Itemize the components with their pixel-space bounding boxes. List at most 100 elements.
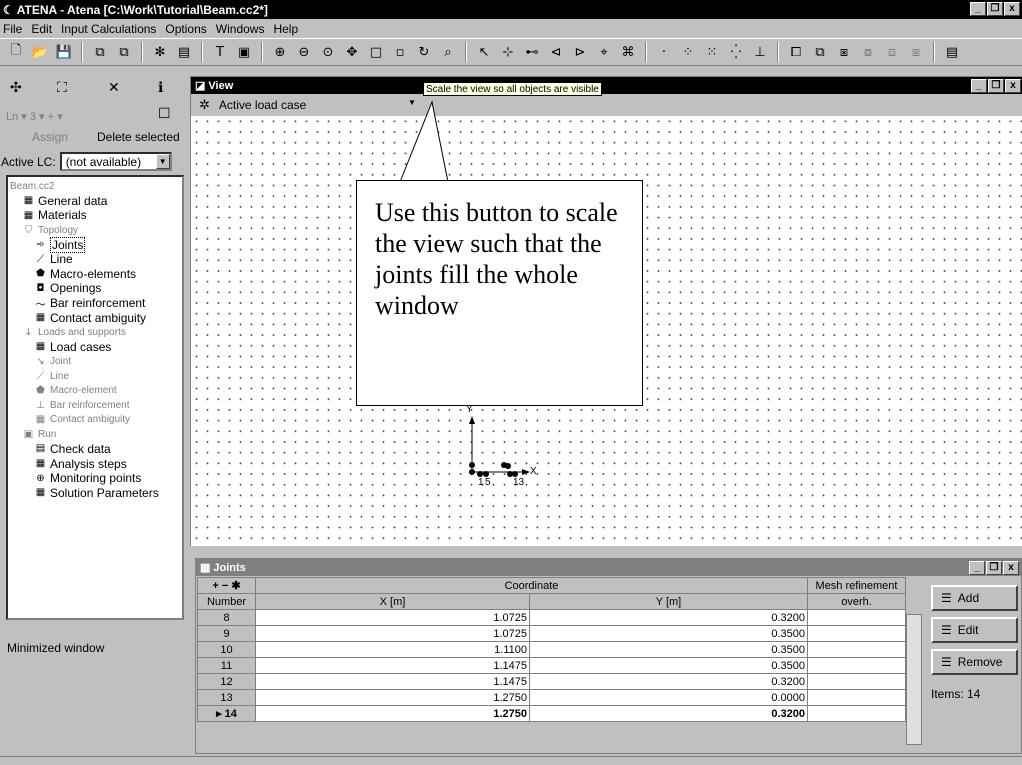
zoom-in-icon[interactable]: ⊕ bbox=[270, 42, 290, 62]
tree-item[interactable]: ▣ Run bbox=[8, 427, 182, 442]
tree-item[interactable]: ▦ Solution Parameters bbox=[8, 485, 182, 500]
tree-item[interactable]: ▦ General data bbox=[8, 194, 182, 209]
menu-edit[interactable]: Edit bbox=[31, 22, 52, 36]
y-value-cell[interactable]: 0.3200 bbox=[529, 609, 808, 626]
tree-item[interactable]: ◘ Openings bbox=[8, 281, 182, 296]
tree-item[interactable]: ▦ Load cases bbox=[8, 340, 182, 355]
points-icon[interactable]: ⁘ bbox=[678, 42, 698, 62]
support-icon[interactable]: ⊥ bbox=[750, 42, 770, 62]
x-value-cell[interactable]: 1.2750 bbox=[255, 705, 530, 722]
y-value-cell[interactable]: 0.0000 bbox=[529, 689, 808, 706]
joints-minimize-button[interactable]: _ bbox=[969, 561, 985, 575]
y-value-cell[interactable]: 0.3500 bbox=[529, 641, 808, 658]
tree-item[interactable]: ↓ Loads and supports bbox=[8, 325, 182, 340]
joint-number-cell[interactable]: 9 bbox=[197, 625, 256, 642]
window-active-icon[interactable]: ⧆ bbox=[834, 42, 854, 62]
joint-number-cell[interactable]: 8 bbox=[197, 609, 256, 626]
x-value-cell[interactable]: 1.0725 bbox=[255, 609, 530, 626]
mesh-icon[interactable]: ✻ bbox=[150, 42, 170, 62]
window-tile-icon[interactable]: ⧠ bbox=[786, 42, 806, 62]
tree-item[interactable]: ▦ Materials bbox=[8, 208, 182, 223]
tree-item[interactable]: ▦ Contact ambiguity bbox=[8, 413, 182, 428]
expand-icon[interactable]: ⛶ bbox=[57, 80, 67, 96]
view-restore-button[interactable]: ❐ bbox=[988, 79, 1004, 93]
table-row[interactable]: 8 1.0725 0.3200 bbox=[197, 609, 906, 626]
zoom-box-icon[interactable]: ⊙ bbox=[318, 42, 338, 62]
new-file-icon[interactable]: 🗋 bbox=[6, 42, 26, 62]
mesh-value-cell[interactable] bbox=[807, 641, 906, 658]
joint-number-cell[interactable]: 10 bbox=[197, 641, 256, 658]
tree-item[interactable]: ⬟ Macro-element bbox=[8, 383, 182, 398]
select-joint-icon[interactable]: ⊹ bbox=[498, 42, 518, 62]
select-opening-icon[interactable]: ⊳ bbox=[570, 42, 590, 62]
rotate-view-icon[interactable]: ↻ bbox=[414, 42, 434, 62]
collapse-icon[interactable]: ✕ bbox=[108, 80, 120, 96]
tree-item[interactable]: ▦ Analysis steps bbox=[8, 456, 182, 471]
mesh-value-cell[interactable] bbox=[807, 657, 906, 674]
frame-icon[interactable]: □ bbox=[366, 42, 386, 62]
menu-windows[interactable]: Windows bbox=[216, 22, 265, 36]
mesh-value-cell[interactable] bbox=[807, 609, 906, 626]
table-row[interactable]: 12 1.1475 0.3200 bbox=[197, 673, 906, 690]
table-row[interactable]: 13 1.2750 0.0000 bbox=[197, 689, 906, 706]
copy-icon[interactable]: ⧉ bbox=[90, 42, 110, 62]
point-icon[interactable]: · bbox=[654, 42, 674, 62]
y-value-cell[interactable]: 0.3200 bbox=[529, 705, 808, 722]
text-tool-icon[interactable]: T bbox=[210, 42, 230, 62]
view-minimize-button[interactable]: _ bbox=[971, 79, 987, 93]
y-value-cell[interactable]: 0.3200 bbox=[529, 673, 808, 690]
joint-number-cell[interactable]: ▸ 14 bbox=[197, 705, 256, 722]
table-tools-header[interactable]: + − ✱ bbox=[197, 577, 256, 594]
edit-button[interactable]: ☰ Edit bbox=[931, 617, 1018, 643]
mesh-value-cell[interactable] bbox=[807, 625, 906, 642]
x-value-cell[interactable]: 1.2750 bbox=[255, 689, 530, 706]
assign-button[interactable]: Assign bbox=[32, 130, 68, 144]
mesh-value-cell[interactable] bbox=[807, 705, 906, 722]
report-icon[interactable]: ▤ bbox=[942, 42, 962, 62]
tree-item[interactable]: ⊕ Monitoring points bbox=[8, 471, 182, 486]
chevron-down-icon[interactable]: ▼ bbox=[155, 154, 170, 169]
y-value-cell[interactable]: 0.3500 bbox=[529, 625, 808, 642]
model-tree[interactable]: Beam.cc2 ▦ General data ▦ Materials ⛉ Topology… bbox=[6, 175, 184, 620]
menu-file[interactable]: File bbox=[3, 22, 22, 36]
window-cascade-icon[interactable]: ⧉ bbox=[810, 42, 830, 62]
view-close-button[interactable]: x bbox=[1005, 79, 1021, 93]
gear-icon[interactable]: ✲ bbox=[199, 97, 210, 113]
zoom-out-icon[interactable]: ⊖ bbox=[294, 42, 314, 62]
info-icon[interactable]: ℹ bbox=[158, 80, 163, 96]
tree-item[interactable]: ⛉ Topology bbox=[8, 223, 182, 238]
atena-app-icon[interactable]: ☾ bbox=[3, 3, 14, 17]
mesh-value-cell[interactable] bbox=[807, 673, 906, 690]
print-icon[interactable]: ▤ bbox=[174, 42, 194, 62]
select-pointer-icon[interactable]: ↖ bbox=[474, 42, 494, 62]
tree-item[interactable]: ⟋ Line bbox=[8, 369, 182, 384]
pan-icon[interactable]: ✥ bbox=[342, 42, 362, 62]
joint-number-cell[interactable]: 11 bbox=[197, 657, 256, 674]
add-button[interactable]: ☰ Add bbox=[931, 585, 1018, 611]
table-row[interactable]: ▸ 14 1.2750 0.3200 bbox=[197, 705, 906, 722]
restore-button[interactable]: ❐ bbox=[987, 2, 1003, 16]
frame-icon[interactable]: ☐ bbox=[158, 106, 171, 122]
add-node-icon[interactable]: ✣ bbox=[10, 80, 22, 96]
grid-points-icon[interactable]: ⁙ bbox=[702, 42, 722, 62]
tree-item[interactable]: Beam.cc2 bbox=[8, 179, 182, 194]
frame-small-icon[interactable]: ▫ bbox=[390, 42, 410, 62]
tree-item[interactable]: ↘ Joint bbox=[8, 354, 182, 369]
table-row[interactable]: 10 1.1100 0.3500 bbox=[197, 641, 906, 658]
tree-item[interactable]: ➾ Joints bbox=[8, 236, 182, 253]
select-macro-icon[interactable]: ⊲ bbox=[546, 42, 566, 62]
remove-button[interactable]: ☰ Remove bbox=[931, 649, 1018, 675]
paste-icon[interactable]: ⧉ bbox=[114, 42, 134, 62]
tree-item[interactable]: ⬟ Macro-elements bbox=[8, 267, 182, 282]
select-contact-icon[interactable]: ⌘ bbox=[618, 42, 638, 62]
select-bar-icon[interactable]: ⌖ bbox=[594, 42, 614, 62]
delete-selected-button[interactable]: Delete selected bbox=[97, 130, 180, 144]
joints-table[interactable]: + − ✱ Coordinate Mesh refinement Number … bbox=[197, 577, 906, 722]
zoom-window-icon[interactable]: ▣ bbox=[234, 42, 254, 62]
menu-input-calculations[interactable]: Input Calculations bbox=[61, 22, 156, 36]
grid-points-2-icon[interactable]: ⁛ bbox=[726, 42, 746, 62]
close-button[interactable]: x bbox=[1004, 2, 1020, 16]
load-case-select[interactable]: Active load case ▼ bbox=[215, 96, 416, 114]
table-scrollbar[interactable] bbox=[906, 614, 922, 745]
x-value-cell[interactable]: 1.0725 bbox=[255, 625, 530, 642]
